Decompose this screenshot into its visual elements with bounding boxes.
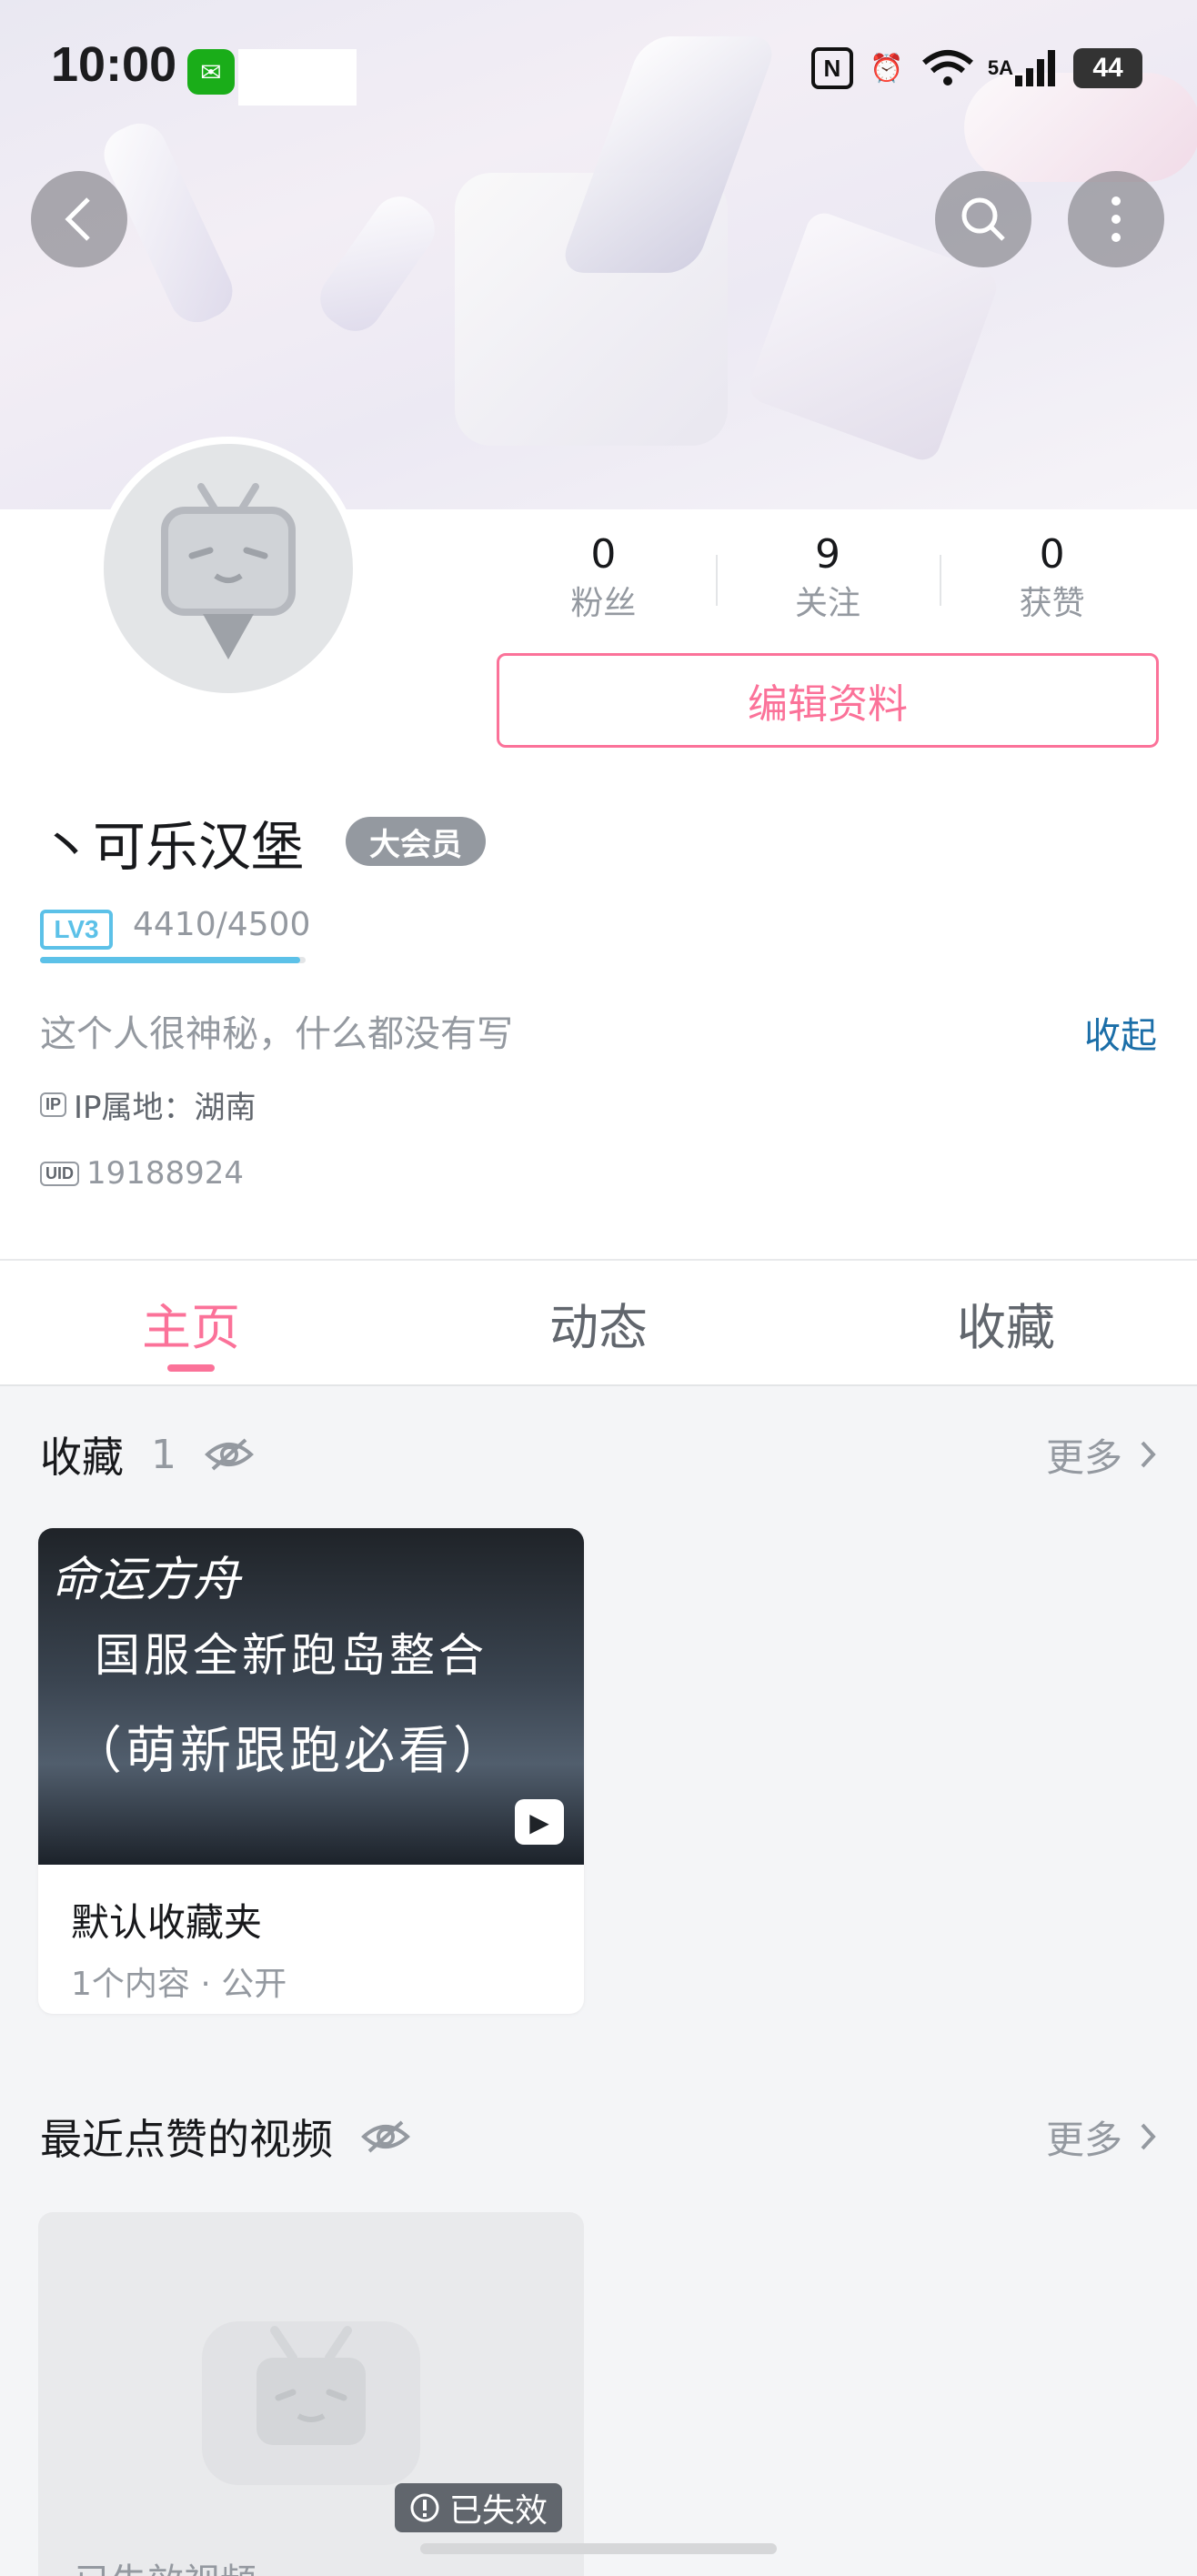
favorites-more-link[interactable]: 更多 — [1046, 1427, 1157, 1483]
liked-video-card[interactable]: 已失效 已失效视频 — [38, 2212, 584, 2576]
battery-icon: 44 — [1073, 48, 1142, 88]
stat-likes[interactable]: 0 获赞 — [940, 528, 1164, 637]
ip-location: IP IP属地：湖南 — [40, 1082, 256, 1127]
banner-decoration — [309, 186, 446, 342]
exp-progress-bar — [40, 957, 306, 963]
level-badge: LV3 — [40, 910, 113, 950]
exp-text: 4410/4500 — [133, 906, 311, 943]
tv-placeholder-icon — [202, 2321, 420, 2485]
cover-text: 命运方舟 — [51, 1553, 241, 1607]
alarm-icon: ⏰ — [870, 53, 904, 84]
uid-text: 19188924 — [86, 1155, 245, 1192]
chevron-right-icon — [1141, 2123, 1156, 2150]
profile-stats: 0 粉丝 9 关注 0 获赞 — [491, 528, 1164, 637]
uid-icon: UID — [40, 1161, 79, 1186]
stat-label: 粉丝 — [570, 585, 637, 622]
uid-row: UID 19188924 — [40, 1155, 244, 1192]
more-vertical-icon — [1112, 196, 1121, 242]
network-label: 5A — [987, 56, 1013, 79]
tab-home[interactable]: 主页 — [0, 1261, 382, 1384]
more-label: 更多 — [1045, 1434, 1122, 1480]
status-icons: N ⏰ 5A 44 — [810, 47, 1142, 89]
eye-off-icon[interactable] — [204, 1436, 255, 1473]
wechat-icon: ✉ — [187, 49, 235, 95]
username: 丶可乐汉堡 — [40, 816, 305, 878]
vip-badge[interactable]: 大会员 — [346, 817, 486, 866]
cover-text: 国服全新跑岛整合 — [95, 1629, 488, 1682]
default-avatar-icon — [161, 483, 296, 659]
avatar[interactable] — [96, 437, 360, 700]
video-title: 已失效视频 — [75, 2552, 256, 2576]
back-button[interactable] — [31, 171, 127, 267]
profile-banner: 10:00 ✉ N ⏰ 5A 44 — [0, 0, 1197, 509]
wifi-icon — [920, 47, 975, 89]
home-indicator[interactable] — [420, 2543, 777, 2554]
tab-favorites[interactable]: 收藏 — [815, 1261, 1197, 1384]
exp-progress-fill — [40, 957, 301, 963]
cover-text: （萌新跟跑必看） — [71, 1722, 508, 1781]
playlist-icon: ▶ — [515, 1799, 564, 1845]
section-count: 1 — [151, 1431, 176, 1478]
more-label: 更多 — [1045, 2117, 1122, 2162]
folder-name: 默认收藏夹 — [71, 1900, 263, 1945]
liked-more-link[interactable]: 更多 — [1046, 2109, 1157, 2165]
folder-cover: 命运方舟 国服全新跑岛整合 （萌新跟跑必看） ▶ — [38, 1528, 584, 1865]
alert-icon — [410, 2493, 439, 2522]
status-time: 10:00 — [51, 37, 177, 92]
tab-dynamics[interactable]: 动态 — [382, 1261, 815, 1384]
stat-following[interactable]: 9 关注 — [715, 528, 940, 637]
favorite-folder-card[interactable]: 命运方舟 国服全新跑岛整合 （萌新跟跑必看） ▶ 默认收藏夹 1个内容 · 公开 — [38, 1528, 584, 2014]
eye-off-icon[interactable] — [360, 2118, 411, 2155]
stat-followers[interactable]: 0 粉丝 — [491, 528, 716, 637]
stat-value: 9 — [815, 531, 840, 578]
ip-text: IP属地：湖南 — [74, 1090, 256, 1126]
stat-value: 0 — [590, 531, 617, 578]
search-icon — [961, 197, 1005, 241]
stat-label: 获赞 — [1019, 585, 1085, 622]
more-options-button[interactable] — [1068, 171, 1164, 267]
status-redacted — [238, 49, 357, 106]
ip-icon: IP — [40, 1092, 67, 1117]
folder-meta: 1个内容 · 公开 — [71, 1966, 287, 2003]
invalid-badge: 已失效 — [395, 2483, 563, 2532]
profile-tabs: 主页 动态 收藏 — [0, 1259, 1197, 1386]
signal-icon: 5A — [988, 47, 1061, 89]
collapse-link[interactable]: 收起 — [1084, 1006, 1157, 1059]
edit-profile-button[interactable]: 编辑资料 — [497, 653, 1159, 748]
nfc-icon: N — [810, 47, 853, 89]
bio-text: 这个人很神秘，什么都没有写 — [40, 1013, 513, 1055]
chevron-left-icon — [65, 197, 90, 241]
stat-value: 0 — [1039, 531, 1065, 578]
chevron-right-icon — [1141, 1441, 1156, 1468]
status-bar: 10:00 ✉ N ⏰ 5A 44 — [0, 0, 1197, 146]
liked-section-header: 最近点赞的视频 更多 — [40, 2105, 1157, 2168]
stat-label: 关注 — [795, 585, 861, 622]
section-title: 最近点赞的视频 — [40, 2115, 333, 2164]
invalid-label: 已失效 — [449, 2492, 548, 2530]
search-button[interactable] — [935, 171, 1031, 267]
section-title: 收藏 — [40, 1433, 124, 1482]
favorites-section-header: 收藏 1 更多 — [40, 1423, 1157, 1486]
